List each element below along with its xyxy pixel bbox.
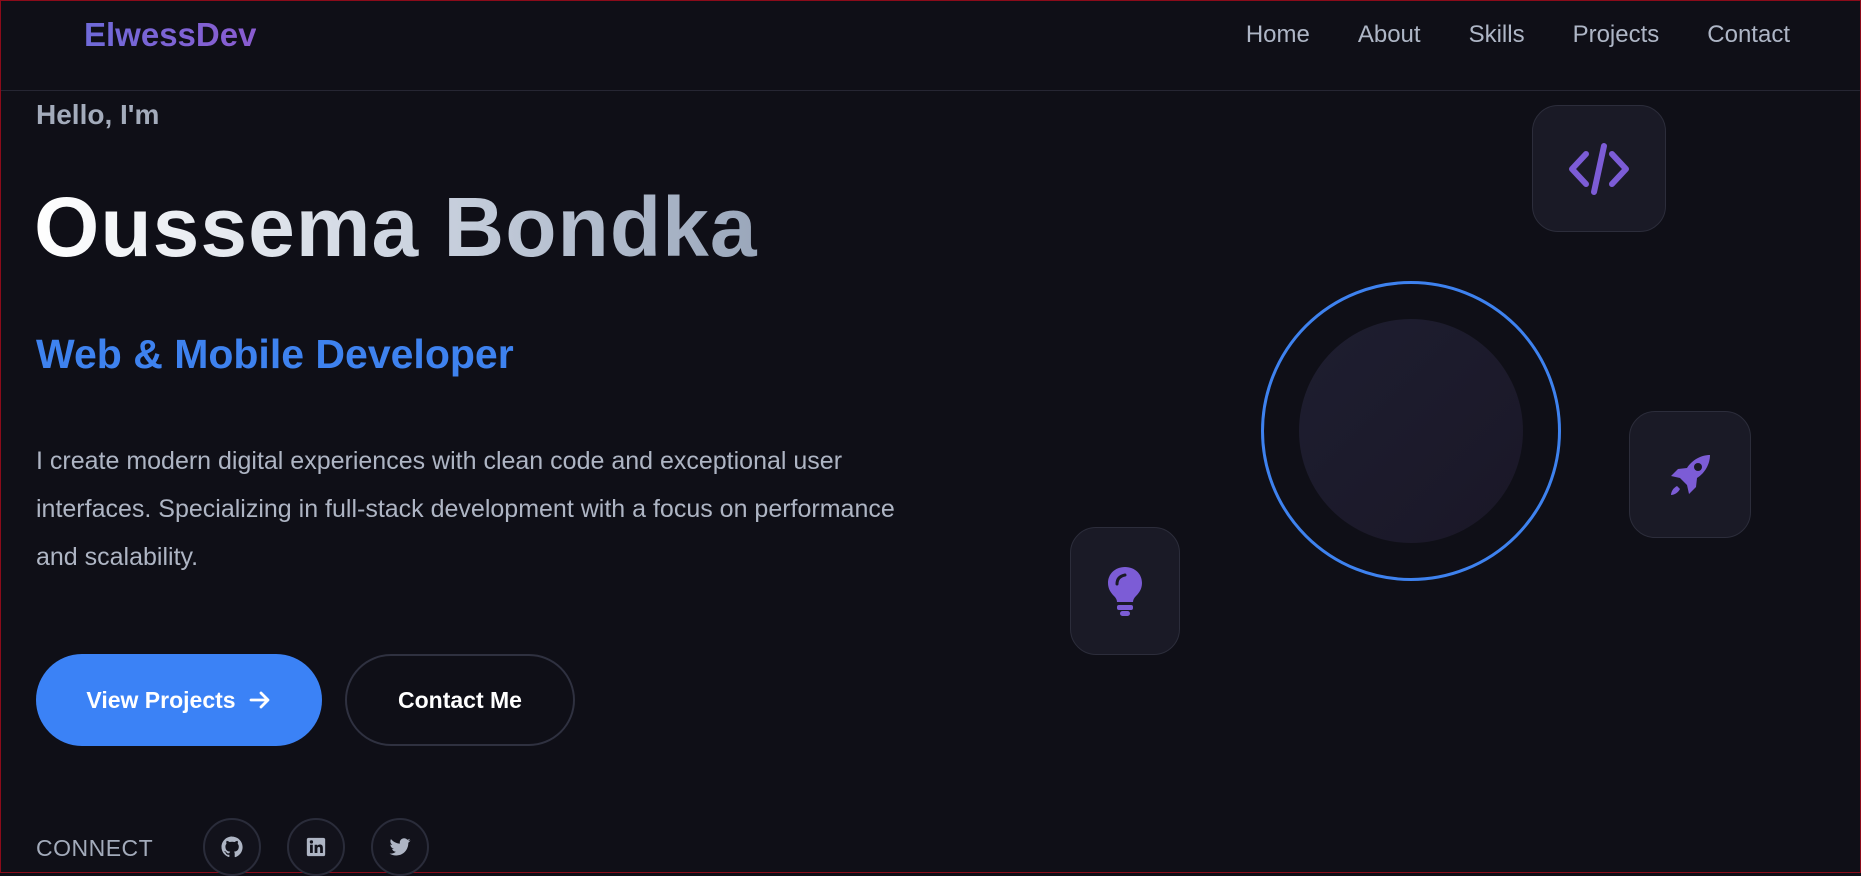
nav-links: Home About Skills Projects Contact	[1246, 21, 1790, 49]
lightbulb-icon	[1108, 567, 1142, 616]
nav-link-about[interactable]: About	[1358, 21, 1421, 49]
nav-link-projects[interactable]: Projects	[1573, 21, 1660, 49]
code-tile	[1532, 105, 1666, 232]
profile-avatar-placeholder	[1299, 319, 1523, 543]
view-projects-label: View Projects	[86, 686, 236, 713]
github-icon	[221, 836, 243, 858]
site-logo[interactable]: ElwessDev	[84, 16, 256, 54]
connect-label: CONNECT	[36, 835, 154, 861]
navbar: ElwessDev Home About Skills Projects Con…	[1, 1, 1860, 91]
rocket-icon	[1671, 454, 1710, 495]
twitter-link[interactable]	[371, 818, 429, 876]
hero-name: Oussema Bondka	[34, 180, 758, 274]
nav-link-skills[interactable]: Skills	[1469, 21, 1525, 49]
nav-link-home[interactable]: Home	[1246, 21, 1310, 49]
hero-greeting: Hello, I'm	[36, 99, 160, 130]
twitter-icon	[389, 838, 411, 856]
github-link[interactable]	[203, 818, 261, 876]
rocket-tile	[1629, 411, 1751, 538]
linkedin-icon	[306, 837, 326, 857]
nav-link-contact[interactable]: Contact	[1707, 21, 1790, 49]
view-projects-button[interactable]: View Projects	[36, 654, 322, 746]
linkedin-link[interactable]	[287, 818, 345, 876]
hero-role: Web & Mobile Developer	[36, 331, 514, 377]
hero-description: I create modern digital experiences with…	[36, 447, 895, 571]
contact-me-button[interactable]: Contact Me	[345, 654, 575, 746]
code-icon	[1569, 142, 1629, 195]
lightbulb-tile	[1070, 527, 1180, 655]
arrow-right-icon	[249, 691, 269, 709]
